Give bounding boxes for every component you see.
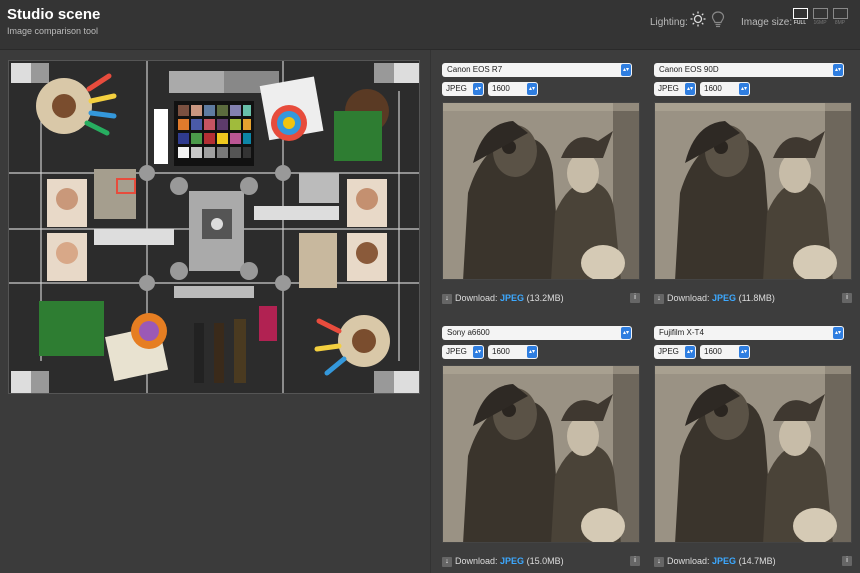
info-square-icon xyxy=(812,8,828,19)
chevron-updown-icon: ▴▾ xyxy=(527,83,537,95)
download-size: (13.2MB) xyxy=(526,293,564,303)
download-row: ↓ Download: JPEG (11.8MB) i xyxy=(654,291,852,305)
download-row: ↓ Download: JPEG (14.7MB) i xyxy=(654,554,852,568)
chevron-updown-icon: ▴▾ xyxy=(685,83,695,95)
download-icon[interactable]: ↓ xyxy=(654,556,664,567)
chevron-updown-icon: ▴▾ xyxy=(527,346,537,358)
format-select[interactable]: JPEG ▴▾ xyxy=(442,82,484,96)
download-icon[interactable]: ↓ xyxy=(442,556,452,567)
camera-select[interactable]: Fujifilm X-T4 ▴▾ xyxy=(654,326,844,340)
format-select[interactable]: JPEG ▴▾ xyxy=(654,82,696,96)
iso-select[interactable]: 1600 ▴▾ xyxy=(700,82,750,96)
app-header: Studio scene Image comparison tool Light… xyxy=(0,0,860,50)
page-title: Studio scene xyxy=(7,6,101,23)
chevron-updown-icon: ▴▾ xyxy=(621,64,631,76)
chevron-updown-icon: ▴▾ xyxy=(739,346,749,358)
iso-select[interactable]: 1600 ▴▾ xyxy=(488,345,538,359)
engraving-image xyxy=(655,103,851,279)
download-icon[interactable]: ↓ xyxy=(654,293,664,304)
chevron-updown-icon: ▴▾ xyxy=(739,83,749,95)
studio-scene-image xyxy=(9,61,419,393)
info-icon[interactable]: i xyxy=(842,556,852,566)
format-select[interactable]: JPEG ▴▾ xyxy=(654,345,696,359)
chevron-updown-icon: ▴▾ xyxy=(621,327,631,339)
lighting-label: Lighting: xyxy=(650,17,688,28)
crop-preview[interactable] xyxy=(442,102,640,280)
chevron-updown-icon: ▴▾ xyxy=(833,64,843,76)
engraving-image xyxy=(443,103,639,279)
sun-icon[interactable] xyxy=(690,11,706,27)
iso-select[interactable]: 1600 ▴▾ xyxy=(700,345,750,359)
engraving-image xyxy=(443,366,639,542)
download-row: ↓ Download: JPEG (15.0MB) i xyxy=(442,554,640,568)
studio-scene-thumbnail[interactable] xyxy=(8,60,420,394)
download-row: ↓ Download: JPEG (13.2MB) i xyxy=(442,291,640,305)
chevron-updown-icon: ▴▾ xyxy=(473,346,483,358)
size-option-full[interactable]: FULL xyxy=(790,8,810,26)
format-select[interactable]: JPEG ▴▾ xyxy=(442,345,484,359)
download-size: (14.7MB) xyxy=(738,556,776,566)
monitor-icon xyxy=(792,8,808,19)
download-size: (15.0MB) xyxy=(526,556,564,566)
print-icon xyxy=(832,8,848,19)
download-link[interactable]: JPEG xyxy=(500,293,524,303)
download-link[interactable]: JPEG xyxy=(712,293,736,303)
info-icon[interactable]: i xyxy=(630,556,640,566)
download-link[interactable]: JPEG xyxy=(500,556,524,566)
lightbulb-icon[interactable] xyxy=(711,11,725,28)
size-option-16mp[interactable]: 16MP xyxy=(810,8,830,26)
engraving-image xyxy=(655,366,851,542)
crop-preview[interactable] xyxy=(654,102,852,280)
chevron-updown-icon: ▴▾ xyxy=(473,83,483,95)
chevron-updown-icon: ▴▾ xyxy=(833,327,843,339)
camera-select[interactable]: Canon EOS R7 ▴▾ xyxy=(442,63,632,77)
size-option-8mp[interactable]: 8MP xyxy=(830,8,850,26)
download-size: (11.8MB) xyxy=(738,293,775,303)
iso-select[interactable]: 1600 ▴▾ xyxy=(488,82,538,96)
camera-select[interactable]: Sony a6600 ▴▾ xyxy=(442,326,632,340)
info-icon[interactable]: i xyxy=(842,293,852,303)
page-subtitle: Image comparison tool xyxy=(7,26,99,36)
camera-select[interactable]: Canon EOS 90D ▴▾ xyxy=(654,63,844,77)
info-icon[interactable]: i xyxy=(630,293,640,303)
download-icon[interactable]: ↓ xyxy=(442,293,452,304)
chevron-updown-icon: ▴▾ xyxy=(685,346,695,358)
image-size-label: Image size: xyxy=(741,17,793,28)
crop-preview[interactable] xyxy=(654,365,852,543)
crop-preview[interactable] xyxy=(442,365,640,543)
download-link[interactable]: JPEG xyxy=(712,556,736,566)
